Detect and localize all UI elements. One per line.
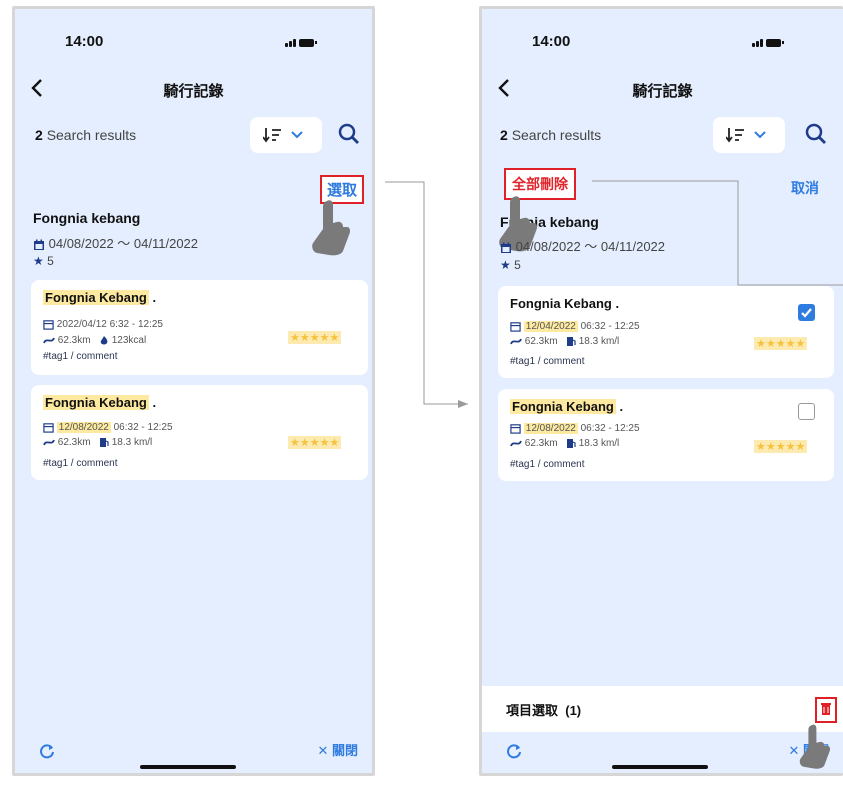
hand-pointer-icon	[799, 724, 831, 769]
selection-bar: 項目選取 (1)	[482, 686, 843, 732]
checkbox-icon[interactable]	[798, 403, 815, 420]
ride-stars: ★★★★★	[754, 440, 808, 453]
trash-icon[interactable]	[815, 697, 837, 723]
ride-card[interactable]: Fongnia Kebang . 12/08/2022 06:32 - 12:2…	[498, 389, 834, 481]
calendar-icon	[510, 424, 521, 434]
flow-connector	[592, 180, 843, 286]
ride-datetime: 12/04/2022 06:32 - 12:25	[510, 321, 640, 333]
phone-screen-select: 14:00 騎行記錄 2 Search results 全部刪除 取消 Fngn…	[479, 6, 843, 776]
ride-name: Fongnia Kebang .	[510, 296, 620, 311]
refresh-icon[interactable]	[506, 743, 522, 759]
calendar-icon	[510, 322, 521, 332]
ride-datetime: 12/08/2022 06:32 - 12:25	[510, 423, 640, 435]
fuel-icon	[566, 439, 576, 448]
route-icon	[510, 338, 522, 345]
ride-name: Fongnia Kebang .	[510, 399, 624, 414]
selection-count: 項目選取 (1)	[506, 703, 582, 718]
ride-stars: ★★★★★	[754, 337, 808, 350]
ride-stats: 62.3km 18.3 km/l	[510, 336, 619, 347]
ride-card[interactable]: Fongnia Kebang . 12/04/2022 06:32 - 12:2…	[498, 286, 834, 378]
ride-tags: #tag1 / comment	[510, 459, 585, 470]
fuel-icon	[566, 337, 576, 346]
ride-tags: #tag1 / comment	[510, 356, 585, 367]
bottom-bar: ✕ 關閉	[482, 729, 843, 773]
checkbox-icon[interactable]	[798, 304, 815, 321]
home-indicator	[612, 765, 708, 769]
route-icon	[510, 440, 522, 447]
ride-stats: 62.3km 18.3 km/l	[510, 438, 619, 449]
